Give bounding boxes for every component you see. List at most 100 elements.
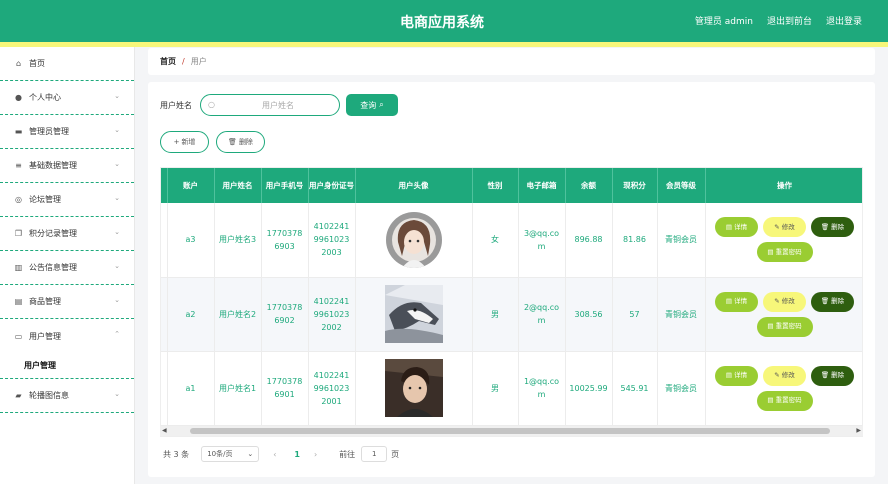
search-field[interactable]: ○ (200, 94, 340, 116)
ticket-icon: ▰ (14, 391, 23, 400)
cell-email: 2@qq.com (518, 277, 565, 351)
sidebar-item-forum[interactable]: ◎ 论坛管理 ⌄ (0, 183, 134, 217)
table-row: a3 用户姓名3 17703786903 410224199610232003 (161, 203, 863, 277)
sidebar-item-label: 论坛管理 (29, 194, 61, 205)
total-count: 共 3 条 (163, 449, 189, 460)
add-button-label: 新增 (181, 137, 195, 147)
avatar (386, 212, 442, 268)
table-row: a2 用户姓名2 17703786902 410224199610232002 (161, 277, 863, 351)
cell-phone: 17703786902 (261, 277, 308, 351)
reset-password-button[interactable]: ▤重置密码 (757, 391, 813, 411)
detail-button[interactable]: ▤详情 (715, 217, 758, 237)
delete-button[interactable]: 🗑 删除 (216, 131, 265, 153)
sidebar: ⌂ 首页 ● 个人中心 ⌄ ▬ 管理员管理 ⌄ ≡ 基础数据管理 ⌄ ◎ 论坛管… (0, 47, 135, 484)
table-header: 操作 (705, 168, 863, 203)
chevron-down-icon: ⌄ (114, 262, 120, 270)
sidebar-item-goods[interactable]: ▤ 商品管理 ⌄ (0, 285, 134, 319)
detail-button[interactable]: ▤详情 (715, 292, 758, 312)
reset-password-button[interactable]: ▤重置密码 (757, 242, 813, 262)
row-delete-button[interactable]: 🗑删除 (811, 366, 854, 386)
copy-icon: ❐ (14, 229, 23, 238)
sidebar-item-user-manage[interactable]: ▭ 用户管理 ⌃ (0, 319, 134, 353)
reset-password-button[interactable]: ▤重置密码 (757, 317, 813, 337)
next-page-icon[interactable]: › (314, 450, 317, 459)
edit-button-label: 修改 (782, 369, 795, 382)
add-button[interactable]: + 新增 (160, 131, 209, 153)
chevron-down-icon: ⌄ (114, 92, 120, 100)
breadcrumb-home[interactable]: 首页 (160, 56, 176, 67)
cell-name: 用户姓名3 (214, 203, 261, 277)
scroll-left-icon[interactable]: ◀ (162, 427, 167, 434)
sidebar-item-label: 轮播图信息 (29, 390, 69, 401)
breadcrumb-separator: / (182, 57, 185, 66)
sidebar-item-basic-data[interactable]: ≡ 基础数据管理 ⌄ (0, 149, 134, 183)
trash-icon: 🗑 (821, 295, 829, 308)
sidebar-item-label: 商品管理 (29, 296, 61, 307)
query-button[interactable]: 查询 ⌕ (346, 94, 398, 116)
goto-page-input[interactable]: 1 (361, 446, 387, 462)
sidebar-item-label: 积分记录管理 (29, 228, 77, 239)
edit-button[interactable]: ✎修改 (763, 217, 806, 237)
table-header: 会员等级 (657, 168, 705, 203)
cell-avatar (355, 351, 472, 425)
main-content: 用户姓名 ○ 查询 ⌕ + 新增 🗑 删除 (148, 82, 875, 477)
delete-button-label: 删除 (239, 137, 253, 147)
scroll-right-icon[interactable]: ▶ (856, 427, 861, 434)
action-row: + 新增 🗑 删除 (160, 131, 265, 153)
detail-button-label: 详情 (734, 369, 747, 382)
app-title: 电商应用系统 (400, 12, 484, 32)
page-size-value: 10条/页 (207, 449, 232, 459)
goto-suffix: 页 (391, 449, 399, 460)
cell-balance: 308.56 (565, 277, 612, 351)
search-label: 用户姓名 (160, 100, 192, 111)
cell-ops: ▤详情 ✎修改 🗑删除 ▤重置密码 (705, 203, 863, 277)
cell-level: 青铜会员 (657, 351, 705, 425)
edit-button[interactable]: ✎修改 (763, 292, 806, 312)
chevron-down-icon: ⌄ (114, 228, 120, 236)
table-header: 电子邮箱 (518, 168, 565, 203)
table-header: 性别 (472, 168, 518, 203)
row-delete-button[interactable]: 🗑删除 (811, 292, 854, 312)
cell-ops: ▤详情 ✎修改 🗑删除 ▤重置密码 (705, 277, 863, 351)
exit-to-front-link[interactable]: 退出到前台 (767, 14, 812, 27)
page-size-select[interactable]: 10条/页 ⌄ (201, 446, 259, 462)
sidebar-item-label: 管理员管理 (29, 126, 69, 137)
trash-icon: 🗑 (228, 138, 237, 146)
cell-level: 青铜会员 (657, 203, 705, 277)
cell-idcard: 410224199610232001 (308, 351, 355, 425)
sidebar-item-personal-center[interactable]: ● 个人中心 ⌄ (0, 81, 134, 115)
chevron-down-icon: ⌄ (114, 160, 120, 168)
logout-link[interactable]: 退出登录 (826, 14, 862, 27)
pencil-icon: ✎ (774, 221, 779, 234)
cell-email: 3@qq.com (518, 203, 565, 277)
sidebar-item-home[interactable]: ⌂ 首页 (0, 47, 134, 81)
detail-button[interactable]: ▤详情 (715, 366, 758, 386)
scrollbar-thumb[interactable] (190, 428, 830, 434)
doc-icon: ▤ (767, 320, 773, 333)
sidebar-item-points-record[interactable]: ❐ 积分记录管理 ⌄ (0, 217, 134, 251)
cell-account: a2 (167, 277, 214, 351)
prev-page-icon[interactable]: ‹ (273, 450, 276, 459)
horizontal-scrollbar[interactable]: ◀ ▶ (160, 426, 863, 436)
cell-gender: 男 (472, 277, 518, 351)
pagination: 共 3 条 10条/页 ⌄ ‹ 1 › 前往 1 页 (163, 446, 399, 462)
cell-avatar (355, 203, 472, 277)
table-header: 用户头像 (355, 168, 472, 203)
edit-button[interactable]: ✎修改 (763, 366, 806, 386)
page-number-current[interactable]: 1 (294, 450, 300, 459)
sidebar-item-notice[interactable]: ▥ 公告信息管理 ⌄ (0, 251, 134, 285)
cell-gender: 男 (472, 351, 518, 425)
cell-idcard: 410224199610232002 (308, 277, 355, 351)
row-delete-button[interactable]: 🗑删除 (811, 217, 854, 237)
search-input[interactable] (223, 98, 333, 112)
detail-button-label: 详情 (734, 295, 747, 308)
bars-icon: ▥ (14, 263, 23, 272)
reset-password-label: 重置密码 (776, 320, 802, 333)
cell-gender: 女 (472, 203, 518, 277)
doc-icon: ▤ (767, 246, 773, 259)
sidebar-subitem-user-manage[interactable]: 用户管理 (0, 353, 134, 379)
query-button-label: 查询 (360, 100, 376, 111)
sidebar-item-admin-manage[interactable]: ▬ 管理员管理 ⌄ (0, 115, 134, 149)
sidebar-subitem-label: 用户管理 (24, 360, 56, 371)
sidebar-item-carousel[interactable]: ▰ 轮播图信息 ⌄ (0, 379, 134, 413)
